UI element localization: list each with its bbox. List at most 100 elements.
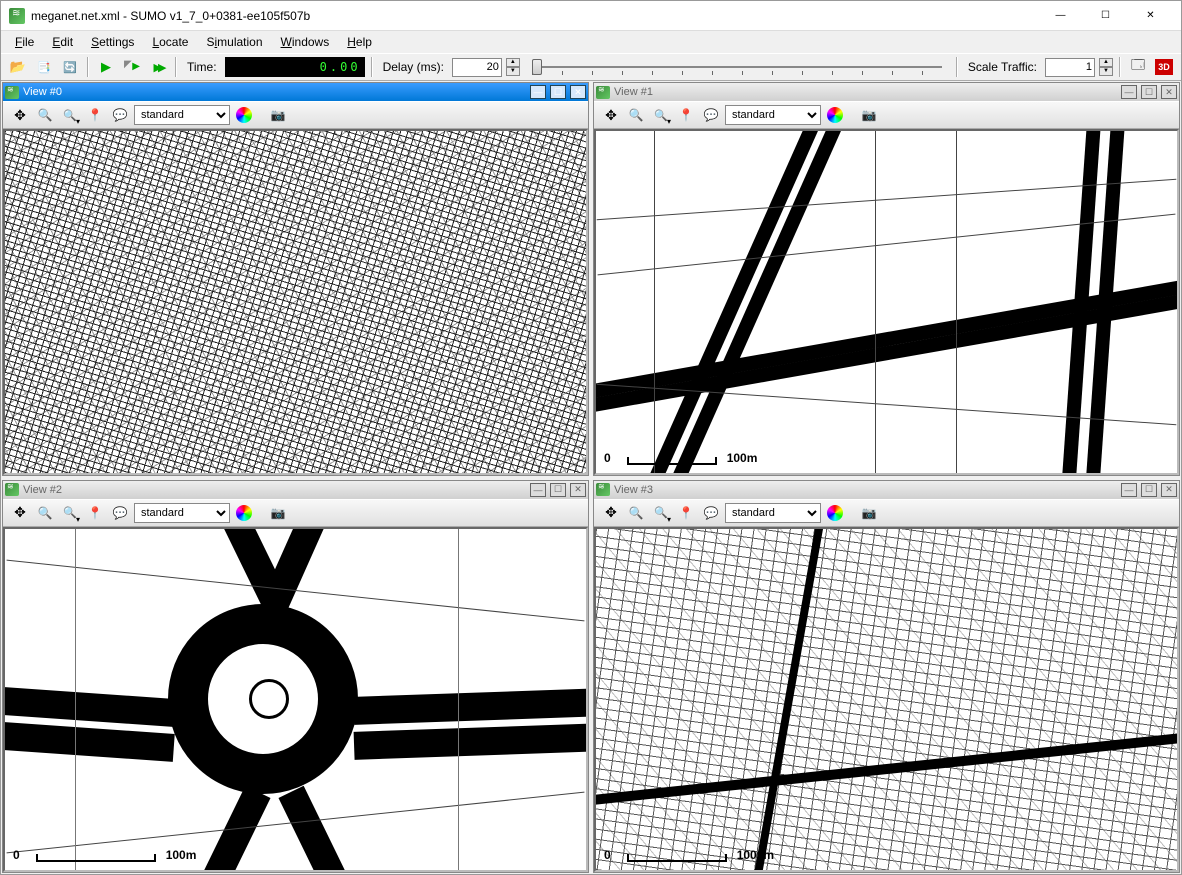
screenshot-button[interactable] <box>858 502 880 524</box>
recenter-button[interactable] <box>600 104 622 126</box>
delay-slider[interactable] <box>532 57 942 77</box>
view-maximize-button[interactable]: ☐ <box>1141 85 1157 99</box>
separator <box>87 57 89 77</box>
time-display[interactable]: 0.00 <box>225 57 365 77</box>
color-settings-button[interactable] <box>824 502 846 524</box>
zoom-button[interactable] <box>34 104 56 126</box>
view-icon <box>596 86 610 99</box>
visual-scheme-select[interactable]: standard <box>134 105 230 125</box>
view-minimize-button[interactable]: — <box>530 483 546 497</box>
map-canvas-2[interactable]: 0 100m <box>3 527 588 873</box>
view-icon <box>596 483 610 496</box>
map-canvas-1[interactable]: 0 100m <box>594 129 1179 475</box>
color-wheel-icon <box>827 505 843 521</box>
tooltip-button[interactable] <box>700 502 722 524</box>
menu-windows[interactable]: Windows <box>273 33 338 51</box>
view-title-label: View #2 <box>23 484 62 496</box>
tooltip-button[interactable] <box>109 104 131 126</box>
view-pane-2: View #2 — ☐ ✕ standard <box>2 480 589 874</box>
recenter-button[interactable] <box>9 104 31 126</box>
recenter-button[interactable] <box>9 502 31 524</box>
minimize-button[interactable]: — <box>1038 2 1083 30</box>
scale-spinner[interactable]: ▲▼ <box>1099 58 1113 76</box>
fast-forward-button[interactable] <box>147 56 169 78</box>
delay-label: Delay (ms): <box>383 60 444 74</box>
screenshot-button[interactable] <box>858 104 880 126</box>
reload-button[interactable] <box>59 56 81 78</box>
color-wheel-icon <box>827 107 843 123</box>
view-titlebar-0[interactable]: View #0 — ☐ ✕ <box>3 83 588 101</box>
menu-settings[interactable]: Settings <box>83 33 142 51</box>
maximize-button[interactable]: ☐ <box>1083 2 1128 30</box>
view-close-button[interactable]: ✕ <box>570 483 586 497</box>
delay-input[interactable] <box>452 58 502 77</box>
zoom-select-button[interactable] <box>650 502 672 524</box>
view-titlebar-3[interactable]: View #3 — ☐ ✕ <box>594 481 1179 499</box>
menu-help[interactable]: Help <box>339 33 380 51</box>
locate-button[interactable] <box>84 104 106 126</box>
separator <box>371 57 373 77</box>
view-toolbar-2: standard <box>3 499 588 527</box>
view-minimize-button[interactable]: — <box>1121 483 1137 497</box>
delay-spinner[interactable]: ▲▼ <box>506 58 520 76</box>
visual-scheme-select[interactable]: standard <box>725 105 821 125</box>
locate-button[interactable] <box>675 502 697 524</box>
view-title-label: View #0 <box>23 86 62 98</box>
play-button[interactable] <box>95 56 117 78</box>
menu-locate[interactable]: Locate <box>144 33 196 51</box>
color-settings-button[interactable] <box>233 104 255 126</box>
view-title-label: View #3 <box>614 484 653 496</box>
visual-scheme-select[interactable]: standard <box>725 503 821 523</box>
zoom-button[interactable] <box>34 502 56 524</box>
locate-button[interactable] <box>84 502 106 524</box>
view-close-button[interactable]: ✕ <box>570 85 586 99</box>
map-canvas-0[interactable] <box>3 129 588 475</box>
main-toolbar: Time: 0.00 Delay (ms): ▲▼ Scale Traffic:… <box>1 53 1181 81</box>
screenshot-button[interactable] <box>267 502 289 524</box>
menu-edit[interactable]: Edit <box>44 33 81 51</box>
open-config-button[interactable] <box>33 56 55 78</box>
zoom-select-button[interactable] <box>59 502 81 524</box>
tooltip-button[interactable] <box>109 502 131 524</box>
zoom-button[interactable] <box>625 104 647 126</box>
view-maximize-button[interactable]: ☐ <box>550 483 566 497</box>
recenter-button[interactable] <box>600 502 622 524</box>
zoom-select-button[interactable] <box>650 104 672 126</box>
view-close-button[interactable]: ✕ <box>1161 483 1177 497</box>
time-label: Time: <box>187 60 217 74</box>
color-settings-button[interactable] <box>233 502 255 524</box>
view-maximize-button[interactable]: ☐ <box>550 85 566 99</box>
view-icon <box>5 86 19 99</box>
scale-traffic-input[interactable] <box>1045 58 1095 77</box>
map-canvas-3[interactable]: 0 1000m <box>594 527 1179 873</box>
zoom-select-button[interactable] <box>59 104 81 126</box>
open-file-button[interactable] <box>7 56 29 78</box>
screenshot-button[interactable] <box>267 104 289 126</box>
tooltip-button[interactable] <box>700 104 722 126</box>
slider-thumb[interactable] <box>532 59 542 75</box>
window-title: meganet.net.xml - SUMO v1_7_0+0381-ee105… <box>31 9 1038 23</box>
open-3d-button[interactable]: 3D <box>1153 56 1175 78</box>
view-minimize-button[interactable]: — <box>530 85 546 99</box>
workspace: View #0 — ☐ ✕ standard View #1 — <box>2 82 1180 873</box>
zoom-button[interactable] <box>625 502 647 524</box>
color-wheel-icon <box>236 505 252 521</box>
view-titlebar-1[interactable]: View #1 — ☐ ✕ <box>594 83 1179 101</box>
close-button[interactable]: ✕ <box>1128 2 1173 30</box>
view-maximize-button[interactable]: ☐ <box>1141 483 1157 497</box>
new-view-button[interactable] <box>1127 56 1149 78</box>
visual-scheme-select[interactable]: standard <box>134 503 230 523</box>
step-button[interactable] <box>121 56 143 78</box>
menubar: File Edit Settings Locate Simulation Win… <box>1 31 1181 53</box>
view-close-button[interactable]: ✕ <box>1161 85 1177 99</box>
color-settings-button[interactable] <box>824 104 846 126</box>
menu-file[interactable]: File <box>7 33 42 51</box>
view-minimize-button[interactable]: — <box>1121 85 1137 99</box>
view-titlebar-2[interactable]: View #2 — ☐ ✕ <box>3 481 588 499</box>
app-icon <box>9 8 25 24</box>
menu-simulation[interactable]: Simulation <box>198 33 270 51</box>
view-title-label: View #1 <box>614 86 653 98</box>
scale-traffic-label: Scale Traffic: <box>968 60 1037 74</box>
scale-indicator: 0 100m <box>604 451 757 465</box>
locate-button[interactable] <box>675 104 697 126</box>
